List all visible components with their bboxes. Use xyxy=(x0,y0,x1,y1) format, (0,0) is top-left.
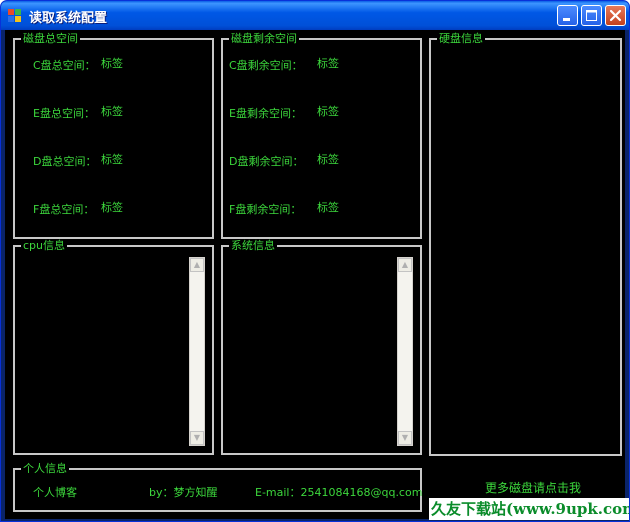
scroll-up-button[interactable]: ▲ xyxy=(190,258,204,272)
chevron-up-icon: ▲ xyxy=(401,260,409,269)
maximize-icon xyxy=(586,10,597,21)
sys-info-scrollbar[interactable]: ▲ ▼ xyxy=(397,257,413,446)
d-total-label: D盘总空间： xyxy=(33,155,97,168)
d-free-value: 标签 xyxy=(317,153,339,166)
window-title: 读取系统配置 xyxy=(29,11,108,26)
f-total-label: F盘总空间： xyxy=(33,203,95,216)
d-free-label: D盘剩余空间： xyxy=(229,155,304,168)
e-free-label: E盘剩余空间： xyxy=(229,107,302,120)
title-bar[interactable]: 读取系统配置 xyxy=(1,1,629,30)
c-total-label: C盘总空间： xyxy=(33,59,96,72)
e-total-value: 标签 xyxy=(101,105,123,118)
cpu-info-legend: cpu信息 xyxy=(21,239,68,253)
sys-info-group: 系统信息 ▲ ▼ xyxy=(221,239,422,455)
personal-info-group: 个人信息 个人博客 by：梦方知醒 E-mail：2541084168@qq.c… xyxy=(13,462,423,512)
minimize-icon xyxy=(563,18,570,21)
chevron-down-icon: ▼ xyxy=(193,433,201,442)
hdd-info-legend: 硬盘信息 xyxy=(437,32,485,46)
minimize-button[interactable] xyxy=(557,5,578,26)
scroll-up-button[interactable]: ▲ xyxy=(398,258,412,272)
client-area: 磁盘总空间 C盘总空间： 标签 E盘总空间： 标签 D盘总空间： 标签 F盘总空… xyxy=(5,30,625,519)
app-window: 读取系统配置 磁盘总空间 C盘总空间： 标签 E盘总空间： 标签 D盘总空间： … xyxy=(0,0,630,522)
f-total-value: 标签 xyxy=(101,201,123,214)
blog-link[interactable]: 个人博客 xyxy=(33,486,77,500)
cpu-info-scrollbar[interactable]: ▲ ▼ xyxy=(189,257,205,446)
f-free-value: 标签 xyxy=(317,201,339,214)
disk-free-legend: 磁盘剩余空间 xyxy=(229,32,299,46)
maximize-button[interactable] xyxy=(581,5,602,26)
c-free-value: 标签 xyxy=(317,57,339,70)
f-free-label: F盘剩余空间： xyxy=(229,203,302,216)
chevron-down-icon: ▼ xyxy=(401,433,409,442)
more-disks-link[interactable]: 更多磁盘请点击我 xyxy=(485,479,581,496)
e-total-label: E盘总空间： xyxy=(33,107,95,120)
scroll-down-button[interactable]: ▼ xyxy=(190,431,204,445)
c-total-value: 标签 xyxy=(101,57,123,70)
personal-info-legend: 个人信息 xyxy=(21,462,69,476)
app-icon xyxy=(8,9,21,22)
scroll-down-button[interactable]: ▼ xyxy=(398,431,412,445)
cpu-info-group: cpu信息 ▲ ▼ xyxy=(13,239,214,455)
watermark-text: 久友下载站(www.9upk.com) xyxy=(429,498,629,520)
disk-total-legend: 磁盘总空间 xyxy=(21,32,80,46)
d-total-value: 标签 xyxy=(101,153,123,166)
email-label: E-mail：2541084168@qq.com xyxy=(255,486,423,499)
close-icon xyxy=(609,9,622,22)
sys-info-legend: 系统信息 xyxy=(229,239,277,253)
author-label: by：梦方知醒 xyxy=(149,486,218,499)
disk-total-group: 磁盘总空间 C盘总空间： 标签 E盘总空间： 标签 D盘总空间： 标签 F盘总空… xyxy=(13,32,214,239)
hdd-info-group: 硬盘信息 xyxy=(429,32,622,456)
chevron-up-icon: ▲ xyxy=(193,260,201,269)
close-button[interactable] xyxy=(605,5,626,26)
e-free-value: 标签 xyxy=(317,105,339,118)
c-free-label: C盘剩余空间： xyxy=(229,59,303,72)
disk-free-group: 磁盘剩余空间 C盘剩余空间： 标签 E盘剩余空间： 标签 D盘剩余空间： 标签 … xyxy=(221,32,422,239)
